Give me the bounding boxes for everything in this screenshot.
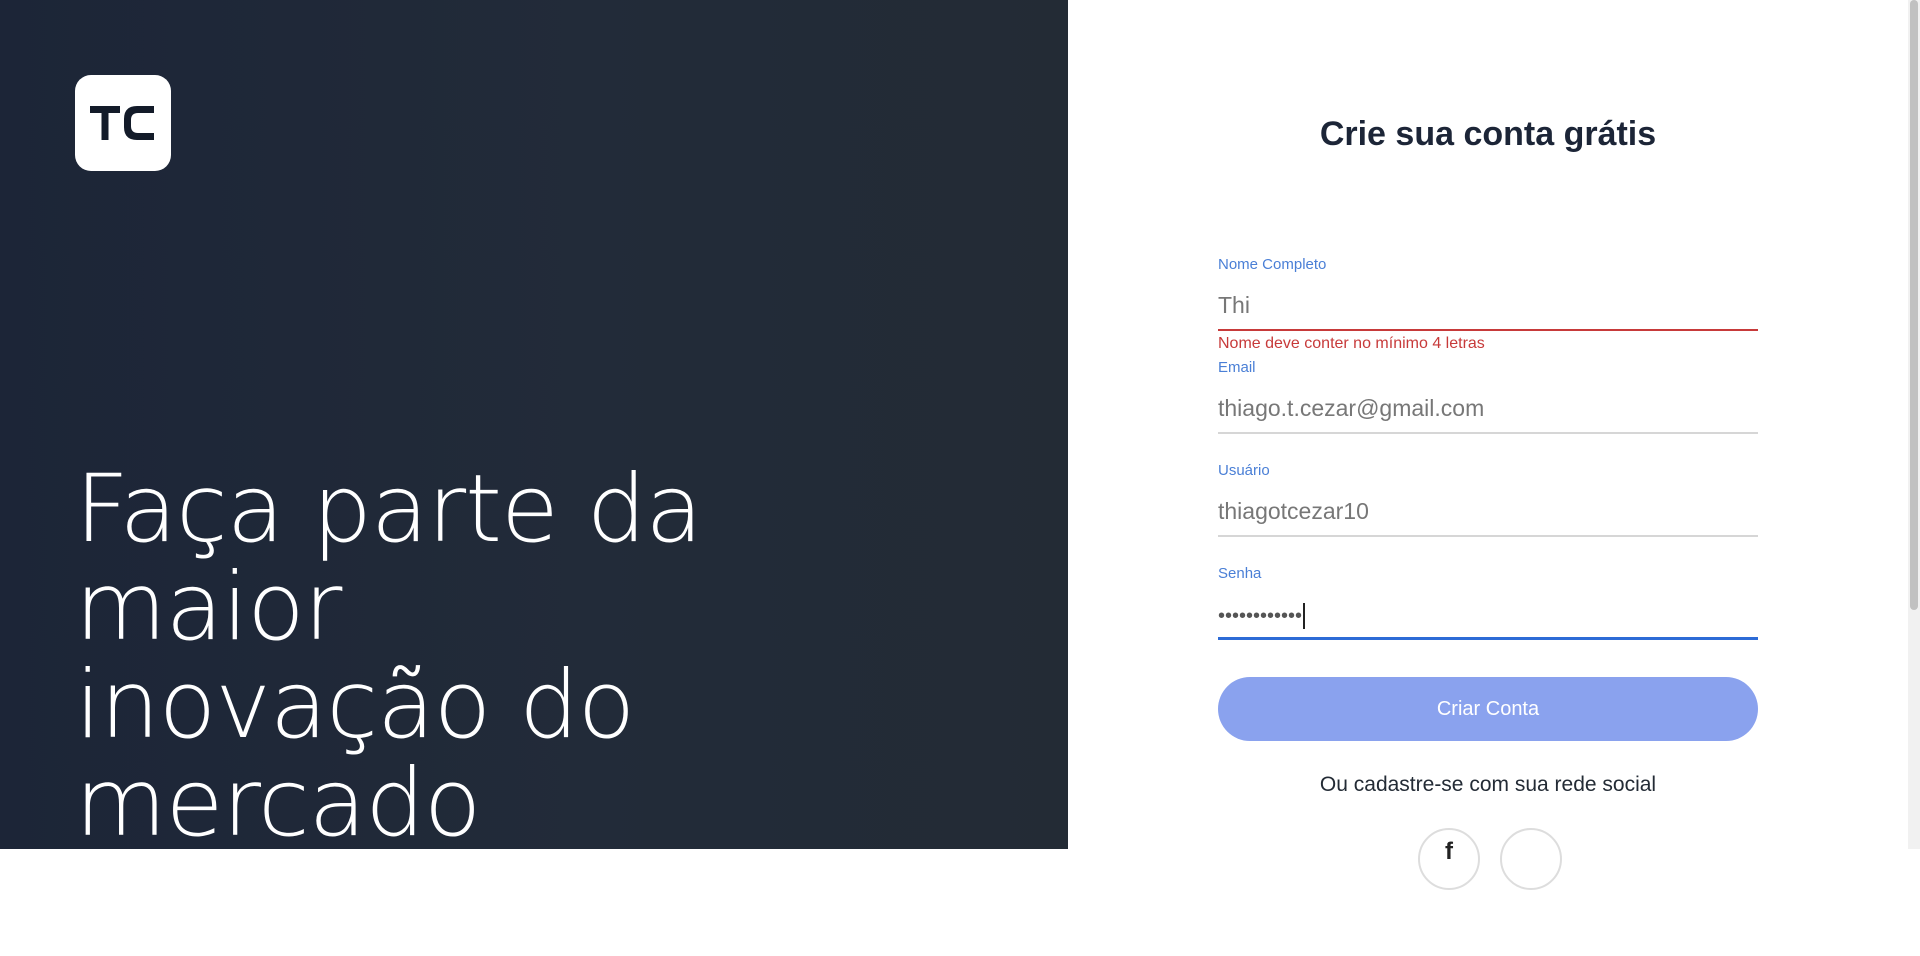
hero-line: inovação do mercado [75,651,635,858]
password-input[interactable]: •••••••••••• [1218,592,1758,640]
text-caret [1303,602,1306,629]
tc-logo-icon [90,106,154,140]
scrollbar-thumb[interactable] [1910,0,1918,610]
hero-panel: Faça parte da maior inovação do mercado … [0,0,1068,951]
hero-line: financeiro. [75,847,559,956]
password-masked-value: •••••••••••• [1218,605,1303,627]
password-label: Senha [1218,565,1262,582]
create-account-button[interactable]: Criar Conta [1218,677,1758,741]
username-label: Usuário [1218,462,1270,479]
username-field: Usuário thiagotcezar10 [1218,462,1758,537]
social-signup-prompt: Ou cadastre-se com sua rede social [1319,773,1657,796]
google-signup-button[interactable] [1500,828,1562,890]
tc-logo [75,75,171,171]
page-scrollbar[interactable] [1908,0,1920,849]
email-field: Email thiago.t.cezar@gmail.com [1218,359,1758,434]
facebook-icon: f [1445,838,1453,865]
full-name-label: Nome Completo [1218,256,1327,273]
username-input[interactable]: thiagotcezar10 [1218,489,1758,537]
hero-headline: Faça parte da maior inovação do mercado … [75,461,975,951]
email-input[interactable]: thiago.t.cezar@gmail.com [1218,386,1758,434]
email-label: Email [1218,359,1256,376]
hero-line: Faça parte da maior [75,455,703,662]
password-field: Senha •••••••••••• [1218,565,1758,640]
full-name-field: Nome Completo Thi Nome deve conter no mí… [1218,256,1758,353]
full-name-error: Nome deve conter no mínimo 4 letras [1218,335,1485,352]
form-title: Crie sua conta grátis [1319,115,1657,153]
facebook-signup-button[interactable]: f [1418,828,1480,890]
full-name-input[interactable]: Thi [1218,283,1758,331]
